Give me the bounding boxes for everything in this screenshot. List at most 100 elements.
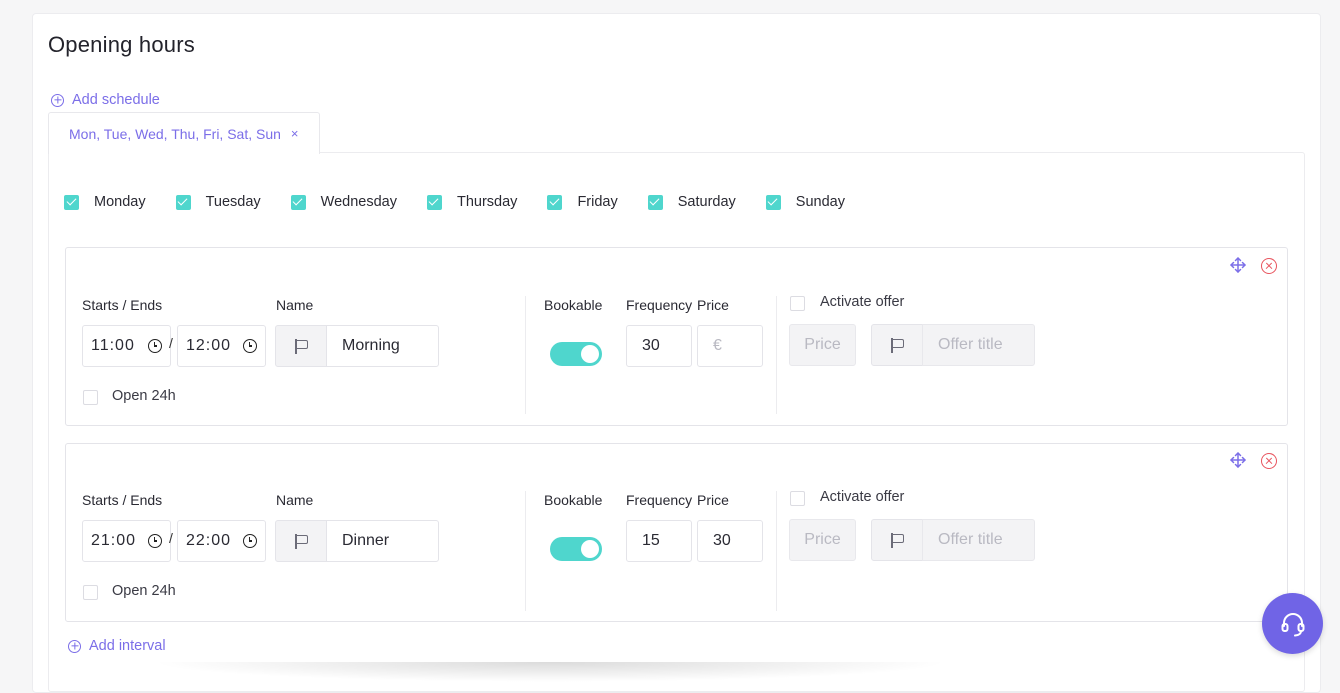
tab-schedule-all-days[interactable]: Mon, Tue, Wed, Thu, Fri, Sat, Sun × bbox=[48, 112, 320, 154]
day-checkbox-saturday[interactable]: Saturday bbox=[647, 194, 736, 210]
activate-offer-checkbox[interactable] bbox=[790, 491, 805, 506]
page-title: Opening hours bbox=[48, 32, 195, 57]
bookable-label: Bookable bbox=[544, 297, 603, 313]
frequency-value: 15 bbox=[642, 532, 660, 549]
day-checkbox-sunday[interactable]: Sunday bbox=[765, 194, 845, 210]
start-time-input[interactable]: 21:00 bbox=[82, 520, 171, 562]
circle-plus-icon bbox=[68, 639, 81, 653]
activate-offer-label: Activate offer bbox=[820, 294, 905, 310]
checkbox-checked-icon[interactable] bbox=[765, 194, 781, 210]
day-selector: Monday Tuesday Wednesday Thursday Friday… bbox=[64, 194, 875, 210]
checkbox-checked-icon[interactable] bbox=[647, 194, 663, 210]
end-time-input[interactable]: 12:00 bbox=[177, 325, 266, 367]
add-schedule-button[interactable]: Add schedule bbox=[51, 92, 160, 108]
name-label: Name bbox=[276, 492, 314, 508]
checkbox-checked-icon[interactable] bbox=[547, 194, 563, 210]
bookable-toggle[interactable] bbox=[550, 342, 602, 366]
day-label: Monday bbox=[94, 194, 146, 210]
bookable-toggle[interactable] bbox=[550, 537, 602, 561]
open-24h-label: Open 24h bbox=[112, 583, 176, 599]
flag-icon bbox=[890, 337, 904, 353]
price-input[interactable]: € bbox=[697, 325, 763, 367]
price-label: Price bbox=[697, 297, 729, 313]
add-interval-label: Add interval bbox=[89, 638, 166, 654]
frequency-label: Frequency bbox=[626, 492, 693, 508]
circle-plus-icon bbox=[51, 93, 64, 107]
divider bbox=[525, 491, 526, 611]
clock-icon bbox=[243, 534, 257, 548]
day-checkbox-monday[interactable]: Monday bbox=[64, 194, 146, 210]
day-checkbox-thursday[interactable]: Thursday bbox=[426, 194, 518, 210]
name-flag-addon bbox=[275, 520, 327, 562]
interval-card: Starts / Ends 21:00 / 22:00 Open 24h Nam… bbox=[65, 443, 1288, 622]
frequency-input[interactable]: 15 bbox=[626, 520, 692, 562]
divider bbox=[776, 491, 777, 611]
interval-card: Starts / Ends 11:00 / 12:00 Open 24h Nam… bbox=[65, 247, 1288, 426]
name-label: Name bbox=[276, 297, 314, 313]
end-time-value: 12:00 bbox=[186, 337, 232, 354]
bottom-shadow bbox=[150, 662, 950, 682]
day-label: Thursday bbox=[456, 194, 518, 210]
name-flag-addon bbox=[275, 325, 327, 367]
activate-offer-label: Activate offer bbox=[820, 489, 905, 505]
day-checkbox-tuesday[interactable]: Tuesday bbox=[175, 194, 261, 210]
day-label: Saturday bbox=[677, 194, 736, 210]
clock-icon bbox=[243, 339, 257, 353]
flag-icon bbox=[294, 533, 308, 549]
move-arrows-icon[interactable] bbox=[1230, 257, 1246, 273]
flag-icon bbox=[294, 338, 308, 354]
checkbox-checked-icon[interactable] bbox=[426, 194, 442, 210]
day-label: Friday bbox=[577, 194, 618, 210]
tab-schedule-label: Mon, Tue, Wed, Thu, Fri, Sat, Sun bbox=[69, 125, 281, 142]
price-placeholder: € bbox=[713, 337, 722, 354]
end-time-input[interactable]: 22:00 bbox=[177, 520, 266, 562]
offer-title-input: Offer title bbox=[922, 324, 1035, 366]
time-separator: / bbox=[169, 335, 173, 351]
start-time-input[interactable]: 11:00 bbox=[82, 325, 171, 367]
close-icon[interactable]: × bbox=[291, 126, 299, 141]
starts-ends-label: Starts / Ends bbox=[82, 297, 163, 313]
frequency-label: Frequency bbox=[626, 297, 693, 313]
offer-title-placeholder: Offer title bbox=[938, 531, 1003, 548]
offer-flag-addon bbox=[871, 324, 923, 366]
time-separator: / bbox=[169, 530, 173, 546]
day-checkbox-wednesday[interactable]: Wednesday bbox=[290, 194, 397, 210]
checkbox-checked-icon[interactable] bbox=[290, 194, 306, 210]
open-24h-checkbox[interactable] bbox=[83, 585, 98, 600]
checkbox-checked-icon[interactable] bbox=[175, 194, 191, 210]
frequency-input[interactable]: 30 bbox=[626, 325, 692, 367]
frequency-value: 30 bbox=[642, 337, 660, 354]
activate-offer-checkbox[interactable] bbox=[790, 296, 805, 311]
divider bbox=[525, 296, 526, 414]
price-value: 30 bbox=[713, 532, 731, 549]
offer-price-placeholder: Price bbox=[804, 531, 841, 548]
price-label: Price bbox=[697, 492, 729, 508]
offer-title-input: Offer title bbox=[922, 519, 1035, 561]
start-time-value: 11:00 bbox=[91, 337, 135, 354]
remove-interval-icon[interactable] bbox=[1261, 258, 1277, 274]
offer-price-placeholder: Price bbox=[804, 336, 841, 353]
day-label: Sunday bbox=[795, 194, 845, 210]
offer-flag-addon bbox=[871, 519, 923, 561]
price-input[interactable]: 30 bbox=[697, 520, 763, 562]
bookable-label: Bookable bbox=[544, 492, 603, 508]
open-24h-checkbox[interactable] bbox=[83, 390, 98, 405]
support-chat-button[interactable] bbox=[1262, 593, 1323, 654]
name-input[interactable]: Morning bbox=[326, 325, 439, 367]
remove-interval-icon[interactable] bbox=[1261, 453, 1277, 469]
offer-price-input: Price bbox=[789, 519, 856, 561]
move-arrows-icon[interactable] bbox=[1230, 452, 1246, 468]
name-input[interactable]: Dinner bbox=[326, 520, 439, 562]
end-time-value: 22:00 bbox=[186, 532, 232, 549]
divider bbox=[776, 296, 777, 414]
checkbox-checked-icon[interactable] bbox=[64, 194, 79, 210]
add-interval-button[interactable]: Add interval bbox=[68, 638, 166, 654]
day-checkbox-friday[interactable]: Friday bbox=[547, 194, 618, 210]
offer-title-placeholder: Offer title bbox=[938, 336, 1003, 353]
starts-ends-label: Starts / Ends bbox=[82, 492, 163, 508]
headset-icon bbox=[1281, 612, 1304, 636]
day-label: Wednesday bbox=[320, 194, 397, 210]
name-value: Dinner bbox=[342, 532, 390, 549]
offer-price-input: Price bbox=[789, 324, 856, 366]
open-24h-label: Open 24h bbox=[112, 388, 176, 404]
